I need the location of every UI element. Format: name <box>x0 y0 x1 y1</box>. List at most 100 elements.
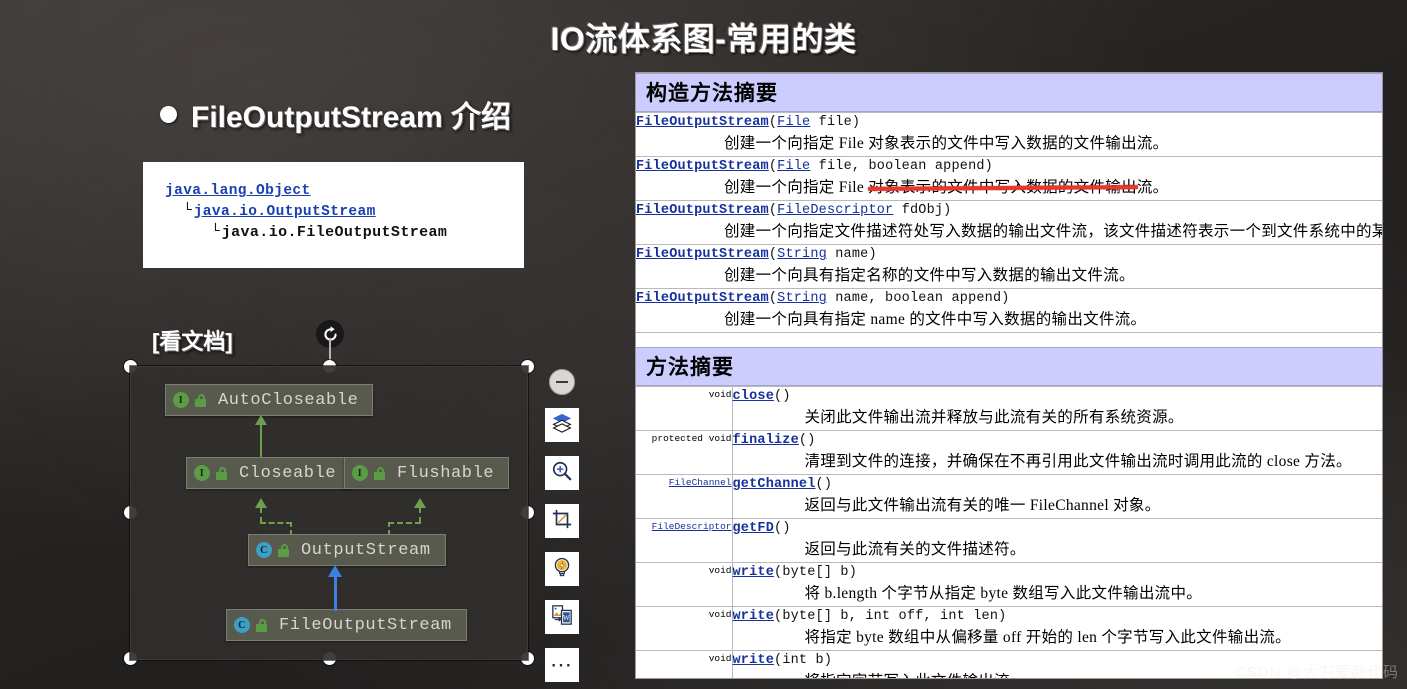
method-description: 清理到文件的连接，并确保在不再引用此文件输出流时调用此流的 close 方法。 <box>804 453 1352 470</box>
idea-button[interactable] <box>545 552 579 586</box>
constructor-description: 创建一个向具有指定 name 的文件中写入数据的输出文件流。 <box>724 311 1147 328</box>
lock-icon <box>278 543 289 557</box>
arrow-head-icon <box>328 565 342 577</box>
param-type-link[interactable]: File <box>777 159 810 174</box>
table-row[interactable]: void write(byte[] b) 将 b.length 个字节从指定 b… <box>636 562 1383 607</box>
method-summary-table: void close() 关闭此文件输出流并释放与此流有关的所有系统资源。 pr… <box>636 386 1383 678</box>
uml-node-fileoutputstream[interactable]: C FileOutputStream <box>226 609 467 641</box>
edge-outputstream-closeable-h <box>260 522 292 524</box>
uml-node-flushable[interactable]: I Flushable <box>344 457 510 489</box>
method-link[interactable]: write <box>733 609 775 624</box>
uml-node-label: Flushable <box>397 463 495 483</box>
param-type-link[interactable]: String <box>777 291 827 306</box>
method-params: () <box>815 477 833 492</box>
method-type: void <box>708 653 732 664</box>
diagram-toolbar[interactable]: W ⋯ <box>545 369 579 689</box>
param-type-link[interactable]: String <box>777 247 827 262</box>
edge-outputstream-closeable-v2 <box>290 522 292 535</box>
method-link[interactable]: write <box>733 653 775 668</box>
more-button[interactable]: ⋯ <box>545 648 579 682</box>
arrow-head-icon <box>255 415 267 425</box>
uml-node-closeable[interactable]: I Closeable <box>186 457 352 489</box>
constructor-link[interactable]: FileOutputStream <box>636 203 769 218</box>
hierarchy-link-object[interactable]: java.lang.Object <box>165 183 311 199</box>
layers-button[interactable] <box>545 408 579 442</box>
method-link[interactable]: write <box>733 565 775 580</box>
interface-badge-icon: I <box>173 392 189 408</box>
constructor-signature: FileOutputStream(FileDescriptor fdObj) <box>636 203 952 218</box>
method-params: (byte[] b) <box>774 565 858 580</box>
edge-outputstream-closeable-v <box>260 507 262 523</box>
method-description: 将指定 byte 数组中从偏移量 off 开始的 len 个字节写入此文件输出流… <box>804 629 1291 646</box>
table-row[interactable]: void close() 关闭此文件输出流并释放与此流有关的所有系统资源。 <box>636 386 1382 431</box>
constructor-link[interactable]: FileOutputStream <box>636 115 769 130</box>
lock-icon <box>374 466 385 480</box>
constructor-description: 创建一个向具有指定名称的文件中写入数据的输出文件流。 <box>724 267 1135 284</box>
interface-badge-icon: I <box>352 465 368 481</box>
uml-diagram[interactable]: I AutoCloseable I Closeable I Flushable … <box>129 365 529 661</box>
table-row[interactable]: FileOutputStream(File file) 创建一个向指定 File… <box>636 112 1382 157</box>
method-return-type: void <box>636 386 733 431</box>
method-params: (int b) <box>774 653 833 668</box>
method-description: 将 b.length 个字节从指定 byte 数组写入此文件输出流中。 <box>804 585 1203 602</box>
table-row[interactable]: FileChannel getChannel() 返回与此文件输出流有关的唯一 … <box>636 474 1383 519</box>
method-modifier: protected <box>651 433 703 444</box>
constructor-link[interactable]: FileOutputStream <box>636 291 769 306</box>
uml-node-outputstream[interactable]: C OutputStream <box>248 534 446 566</box>
constructor-link[interactable]: FileOutputStream <box>636 159 769 174</box>
collapse-button[interactable] <box>549 369 575 395</box>
uml-node-autocloseable[interactable]: I AutoCloseable <box>165 384 374 416</box>
method-signature: finalize() <box>733 433 1383 448</box>
method-return-type: protected void <box>636 430 733 475</box>
table-row[interactable]: protected void finalize() 清理到文件的连接，并确保在不… <box>636 430 1383 475</box>
copy-document-icon: W <box>551 604 573 631</box>
ellipsis-icon: ⋯ <box>550 652 574 677</box>
hierarchy-row: java.lang.Object <box>165 184 524 199</box>
method-description: 返回与此文件输出流有关的唯一 FileChannel 对象。 <box>804 497 1161 514</box>
method-signature: getChannel() <box>733 477 1383 492</box>
param-type-link[interactable]: FileDescriptor <box>777 203 893 218</box>
method-params: () <box>774 389 791 404</box>
constructor-description: 创建一个向指定文件描述符处写入数据的输出文件流，该文件描述符表示一个到文件系统中… <box>724 223 1383 240</box>
arrow-head-icon <box>255 498 267 508</box>
table-row[interactable]: void write(byte[] b, int off, int len) 将… <box>636 606 1382 651</box>
bullet-icon <box>160 105 177 123</box>
method-link[interactable]: close <box>733 389 775 404</box>
hierarchy-link-outputstream[interactable]: java.io.OutputStream <box>194 204 376 220</box>
constructor-summary-table: FileOutputStream(File file) 创建一个向指定 File… <box>636 112 1383 333</box>
crop-icon <box>551 508 573 535</box>
table-row[interactable]: FileDescriptor getFD() 返回与此流有关的文件描述符。 <box>636 518 1382 563</box>
param-type-link[interactable]: File <box>777 115 810 130</box>
method-params: () <box>774 521 791 536</box>
table-row[interactable]: FileOutputStream(FileDescriptor fdObj) 创… <box>636 200 1383 245</box>
constructor-signature: FileOutputStream(File file, boolean appe… <box>636 159 993 174</box>
tree-corner-icon: └ <box>211 224 220 240</box>
param-rest: name) <box>826 247 877 262</box>
method-link[interactable]: finalize <box>733 433 799 448</box>
method-type: void <box>708 609 732 620</box>
interface-badge-icon: I <box>194 465 210 481</box>
lightbulb-icon <box>551 556 573 583</box>
method-link[interactable]: getFD <box>733 521 775 536</box>
method-link[interactable]: getChannel <box>733 477 816 492</box>
copy-to-document-button[interactable]: W <box>545 600 579 634</box>
table-row[interactable]: FileOutputStream(String name) 创建一个向具有指定名… <box>636 244 1382 289</box>
method-signature: write(byte[] b) <box>733 565 1383 580</box>
crop-button[interactable] <box>545 504 579 538</box>
constructor-link[interactable]: FileOutputStream <box>636 247 769 262</box>
table-row[interactable]: FileOutputStream(String name, boolean ap… <box>636 288 1382 333</box>
javadoc-panel[interactable]: 构造方法摘要 FileOutputStream(File file) 创建一个向… <box>635 72 1383 679</box>
method-type-link[interactable]: FileDescriptor <box>652 521 732 532</box>
table-row[interactable]: FileOutputStream(File file, boolean appe… <box>636 156 1382 201</box>
param-rest: file) <box>810 115 861 130</box>
method-return-type: FileDescriptor <box>636 518 733 563</box>
method-return-type: void <box>636 606 733 651</box>
lock-icon <box>195 393 206 407</box>
class-badge-icon: C <box>256 542 272 558</box>
class-hierarchy-card: java.lang.Object └ java.io.OutputStream └… <box>143 162 524 268</box>
constructor-description: 创建一个向指定 File 对象表示的文件中写入数据的文件输出流。 <box>724 135 1169 152</box>
method-params: (byte[] b, int off, int len) <box>774 609 1007 624</box>
method-type-link[interactable]: FileChannel <box>669 477 732 488</box>
zoom-in-button[interactable] <box>545 456 579 490</box>
